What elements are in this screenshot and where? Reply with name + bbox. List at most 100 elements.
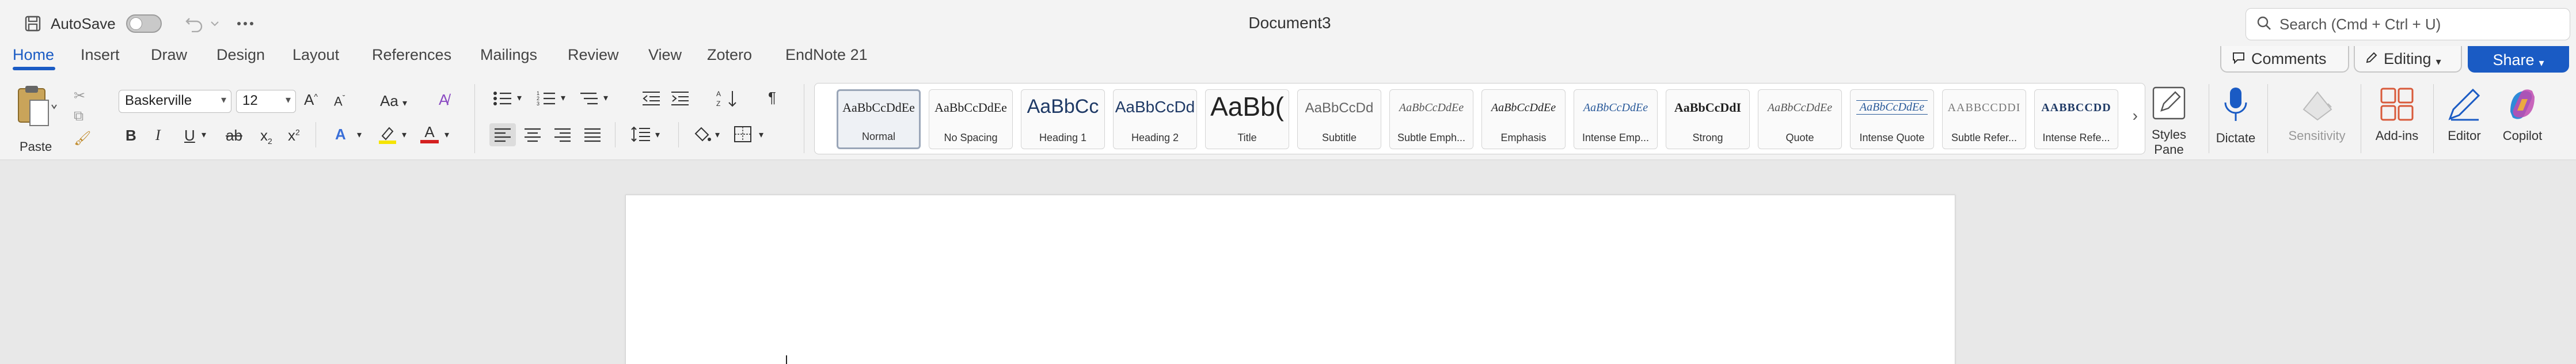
text-cursor (786, 355, 787, 364)
chevron-down-icon[interactable]: ▾ (444, 129, 449, 141)
editor-button[interactable]: Editor (2436, 86, 2493, 143)
underline-button[interactable]: U (184, 127, 195, 145)
search-input[interactable]: Search (Cmd + Ctrl + U) (2246, 8, 2570, 40)
undo-icon[interactable] (185, 15, 204, 32)
more-options-icon[interactable] (237, 21, 254, 26)
strikethrough-button[interactable]: ab (226, 127, 242, 145)
text-effects-button[interactable]: A (335, 126, 346, 143)
numbering-icon[interactable]: 123 (537, 90, 556, 111)
style-normal[interactable]: AaBbCcDdEe Normal (837, 89, 921, 149)
styles-pane-icon (2152, 86, 2186, 120)
style-label: No Spacing (944, 132, 998, 143)
align-left-button[interactable] (489, 123, 516, 146)
italic-button[interactable]: I (155, 127, 161, 144)
superscript-button[interactable]: x2 (288, 127, 300, 145)
chevron-down-icon[interactable]: ▾ (402, 129, 406, 141)
line-spacing-icon[interactable] (631, 126, 651, 147)
tab-view[interactable]: View (648, 47, 682, 64)
clipboard-icon (18, 86, 57, 126)
chevron-down-icon[interactable]: ▾ (715, 129, 720, 141)
style-preview: AaBbCcDdEe (934, 100, 1007, 115)
grow-font-button[interactable]: A^ (304, 91, 318, 109)
cut-icon[interactable]: ✂ (74, 88, 85, 104)
bold-button[interactable]: B (126, 127, 136, 145)
justify-button[interactable] (584, 127, 601, 146)
tab-draw[interactable]: Draw (151, 47, 187, 64)
decrease-indent-icon[interactable] (641, 90, 661, 111)
style-intense-emphasis[interactable]: AaBbCcDdEe Intense Emp... (1574, 89, 1658, 149)
chevron-down-icon[interactable]: ▾ (357, 129, 362, 141)
format-painter-icon[interactable]: 🖌 (74, 130, 91, 147)
highlight-icon[interactable] (378, 124, 397, 149)
style-strong[interactable]: AaBbCcDdI Strong (1666, 89, 1750, 149)
tab-review[interactable]: Review (568, 47, 619, 64)
tab-design[interactable]: Design (216, 47, 265, 64)
underline-dropdown-icon[interactable]: ▾ (202, 129, 206, 141)
bullets-icon[interactable] (493, 90, 512, 111)
align-right-icon (554, 128, 571, 142)
tab-mailings[interactable]: Mailings (480, 47, 537, 64)
shrink-font-button[interactable]: Aˇ (334, 93, 345, 109)
undo-dropdown-icon[interactable] (210, 20, 219, 27)
editor-label: Editor (2448, 128, 2481, 143)
font-color-button[interactable]: A (420, 123, 439, 143)
align-left-icon (495, 128, 511, 142)
style-label: Intense Emp... (1582, 132, 1650, 143)
style-no-spacing[interactable]: AaBbCcDdEe No Spacing (929, 89, 1013, 149)
style-emphasis[interactable]: AaBbCcDdEe Emphasis (1481, 89, 1566, 149)
tab-insert[interactable]: Insert (81, 47, 120, 64)
share-button[interactable]: Share ▾ (2468, 46, 2569, 73)
styles-pane-label: Styles Pane (2152, 127, 2186, 157)
font-size-select[interactable]: 12 ▾ (236, 90, 296, 113)
style-intense-quote[interactable]: AaBbCcDdEe Intense Quote (1850, 89, 1934, 149)
svg-text:A: A (716, 90, 721, 98)
align-center-icon (525, 128, 541, 142)
style-quote[interactable]: AaBbCcDdEe Quote (1758, 89, 1842, 149)
style-subtle-emphasis[interactable]: AaBbCcDdEe Subtle Emph... (1389, 89, 1473, 149)
tab-layout[interactable]: Layout (292, 47, 339, 64)
save-icon[interactable] (24, 15, 41, 32)
tab-endnote[interactable]: EndNote 21 (785, 47, 868, 64)
align-right-button[interactable] (554, 127, 571, 146)
tab-zotero[interactable]: Zotero (707, 47, 752, 64)
style-heading-2[interactable]: AaBbCcDd Heading 2 (1113, 89, 1197, 149)
sensitivity-icon (2303, 91, 2332, 121)
style-preview: AaBbCcDd (1305, 100, 1374, 116)
increase-indent-icon[interactable] (670, 90, 690, 111)
subscript-button[interactable]: x2 (260, 127, 272, 146)
add-ins-button[interactable]: Add-ins (2365, 86, 2429, 143)
dictate-button[interactable]: Dictate (2204, 86, 2267, 146)
shading-icon[interactable] (692, 126, 712, 147)
borders-icon[interactable] (734, 126, 752, 147)
chevron-down-icon[interactable]: ▾ (759, 129, 763, 141)
style-intense-reference[interactable]: AABBCCDD Intense Refe... (2034, 89, 2118, 149)
styles-pane-button[interactable]: Styles Pane (2137, 85, 2201, 157)
style-subtitle[interactable]: AaBbCcDd Subtitle (1297, 89, 1381, 149)
editing-button[interactable]: Editing ▾ (2354, 46, 2462, 73)
change-case-button[interactable]: Aa ▾ (380, 92, 407, 110)
tab-references[interactable]: References (372, 47, 451, 64)
style-subtle-reference[interactable]: AABBCCDDI Subtle Refer... (1942, 89, 2026, 149)
chevron-down-icon[interactable]: ▾ (655, 129, 660, 141)
sensitivity-button[interactable]: Sensitivity (2281, 86, 2353, 143)
tab-home[interactable]: Home (13, 47, 54, 64)
copilot-button[interactable]: Copilot (2491, 86, 2554, 143)
copy-icon[interactable]: ⧉ (74, 108, 83, 124)
chevron-down-icon[interactable]: ▾ (561, 92, 565, 104)
paste-button[interactable]: Paste (15, 84, 61, 159)
document-page[interactable] (625, 195, 1955, 364)
align-center-button[interactable] (524, 127, 541, 146)
style-heading-1[interactable]: AaBbCc Heading 1 (1021, 89, 1105, 149)
show-formatting-button[interactable]: ¶ (768, 89, 776, 107)
autosave-toggle[interactable] (126, 14, 162, 33)
style-label: Heading 1 (1039, 132, 1087, 143)
chevron-down-icon[interactable]: ▾ (517, 92, 522, 104)
multilevel-list-icon[interactable] (579, 90, 599, 111)
sensitivity-label: Sensitivity (2288, 128, 2346, 143)
style-title[interactable]: AaBb( Title (1205, 89, 1289, 149)
font-name-select[interactable]: Baskerville ▾ (119, 90, 231, 113)
comments-button[interactable]: Comments (2220, 46, 2349, 73)
sort-icon[interactable]: AZ (716, 89, 738, 112)
chevron-down-icon[interactable]: ▾ (603, 92, 608, 104)
clear-formatting-icon[interactable]: A̸ (439, 91, 449, 109)
